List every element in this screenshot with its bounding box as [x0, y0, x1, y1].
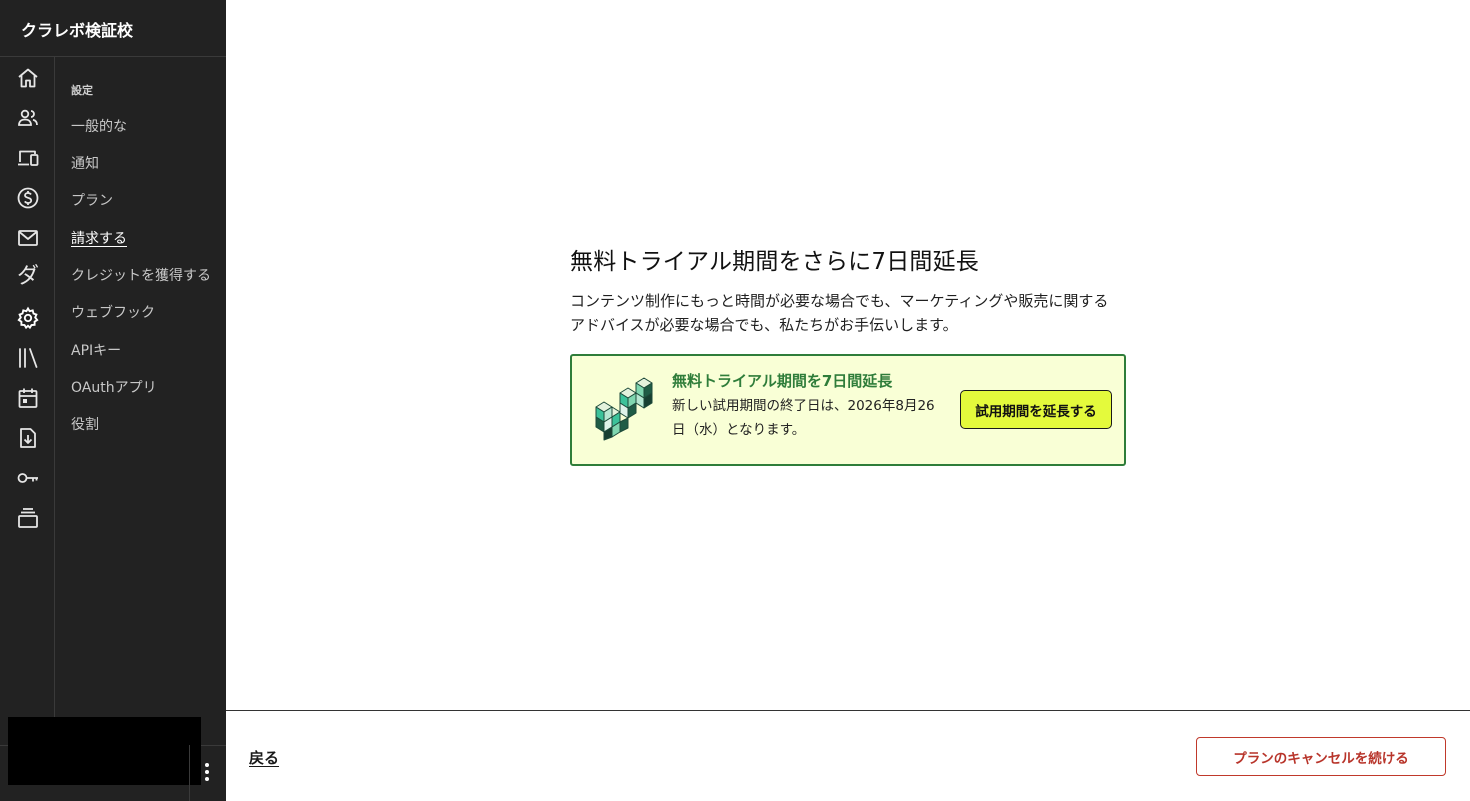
- library-icon[interactable]: [16, 346, 40, 370]
- nav-item-api-keys[interactable]: APIキー: [71, 340, 121, 360]
- key-icon[interactable]: [16, 466, 40, 490]
- nav-item-plan[interactable]: プラン: [71, 190, 113, 210]
- settings-heading: 設定: [71, 84, 93, 97]
- nav-item-oauth-apps[interactable]: OAuthアプリ: [71, 377, 157, 397]
- main-panel: 無料トライアル期間をさらに7日間延長 コンテンツ制作にもっと時間が必要な場合でも…: [226, 0, 1470, 801]
- extend-trial-button[interactable]: 試用期間を延長する: [960, 390, 1112, 429]
- mail-icon[interactable]: [16, 226, 40, 250]
- sidebar: クラレボ検証校 ダ 設定 一般的な 通知 プラン 請求する クレジットを獲得する…: [0, 0, 226, 801]
- offer-card: 無料トライアル期間を7日間延長 新しい試用期間の終了日は、2026年8月26日（…: [570, 354, 1126, 466]
- more-options-icon[interactable]: [199, 760, 215, 784]
- nav-item-general[interactable]: 一般的な: [71, 116, 127, 136]
- page-footer: 戻る プランのキャンセルを続ける: [226, 710, 1470, 801]
- footer-divider: [189, 745, 190, 801]
- redacted-account-area[interactable]: [8, 717, 201, 785]
- dollar-icon[interactable]: [16, 186, 40, 210]
- nav-item-webhooks[interactable]: ウェブフック: [71, 302, 155, 322]
- home-icon[interactable]: [16, 66, 40, 90]
- download-icon[interactable]: [16, 426, 40, 450]
- offer-end-date-text: 新しい試用期間の終了日は、2026年8月26日（水）となります。: [672, 398, 935, 438]
- icon-rail: ダ: [0, 57, 55, 745]
- workspace-brand[interactable]: クラレボ検証校: [0, 0, 226, 57]
- nav-item-roles[interactable]: 役割: [71, 414, 99, 434]
- offer-title: 無料トライアル期間を7日間延長: [672, 372, 893, 390]
- gear-icon[interactable]: [16, 306, 40, 330]
- workspace-name: クラレボ検証校: [21, 21, 134, 40]
- devices-icon[interactable]: [16, 146, 40, 170]
- people-icon[interactable]: [16, 106, 40, 130]
- da-glyph-icon[interactable]: ダ: [16, 264, 40, 289]
- continue-cancel-button[interactable]: プランのキャンセルを続ける: [1196, 737, 1446, 776]
- back-link[interactable]: 戻る: [249, 747, 279, 768]
- checkmark-blocks-icon: [595, 377, 653, 441]
- nav-item-earn-credits[interactable]: クレジットを獲得する: [71, 265, 211, 285]
- page-title: 無料トライアル期間をさらに7日間延長: [570, 249, 980, 275]
- layers-icon[interactable]: [16, 506, 40, 530]
- calendar-icon[interactable]: [16, 386, 40, 410]
- nav-item-notifications[interactable]: 通知: [71, 153, 99, 173]
- offer-description: コンテンツ制作にもっと時間が必要な場合でも、マーケティングや販売に関するアドバイ…: [570, 292, 1109, 334]
- nav-item-billing[interactable]: 請求する: [71, 228, 127, 248]
- retention-offer: 無料トライアル期間をさらに7日間延長 コンテンツ制作にもっと時間が必要な場合でも…: [570, 242, 1126, 466]
